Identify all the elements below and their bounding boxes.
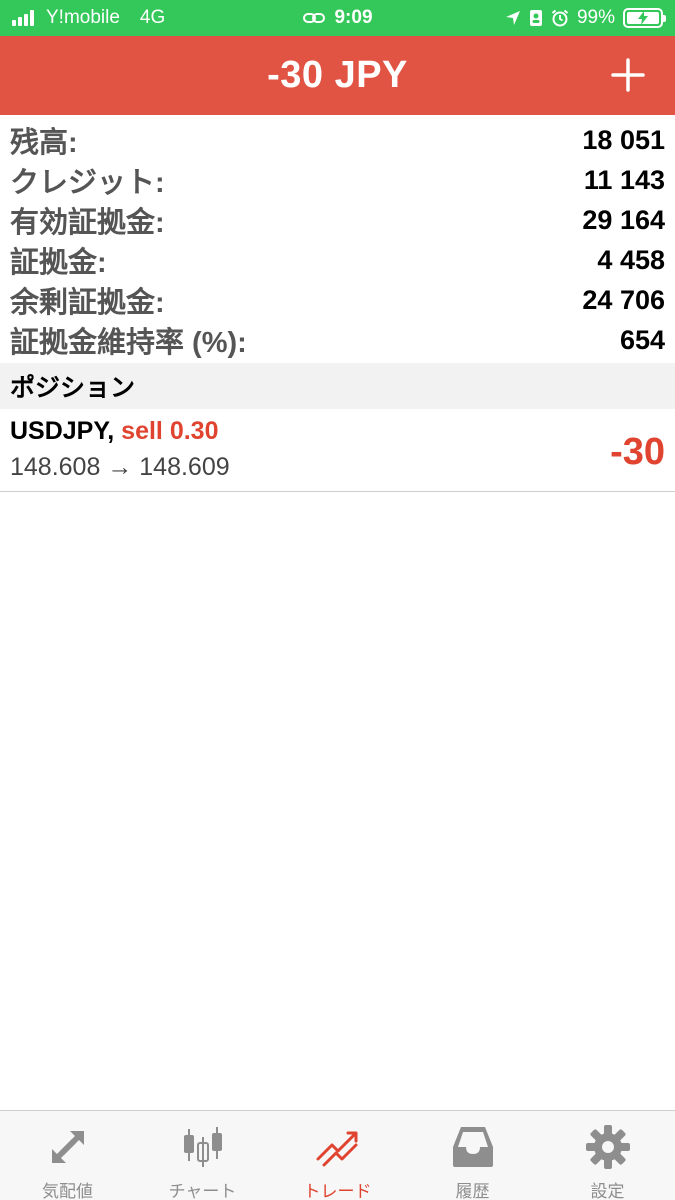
balance-label: 残高: (10, 127, 78, 159)
position-type: sell 0.30 (121, 417, 219, 445)
history-icon (448, 1123, 498, 1171)
chart-icon (178, 1123, 228, 1171)
position-symbol: USDJPY, (10, 417, 115, 445)
tab-label-chart: チャート (168, 1182, 237, 1200)
tab-history[interactable]: 履歴 (405, 1111, 540, 1200)
margin-level-value: 654 (619, 324, 665, 355)
equity-label: 有効証拠金: (10, 207, 165, 239)
trade-icon (313, 1123, 363, 1171)
margin-level-row: 証拠金維持率 (%): 654 (0, 320, 675, 360)
tab-label-trade: トレード (303, 1182, 372, 1200)
status-right: 99% (505, 0, 666, 36)
header-bar: -30 JPY (0, 36, 675, 115)
link-icon (303, 13, 326, 23)
equity-row: 有効証拠金: 29 164 (0, 200, 675, 240)
tab-label-quotes: 気配値 (42, 1182, 93, 1200)
total-profit-title: -30 JPY (267, 54, 408, 96)
status-time: 9:09 (334, 7, 373, 28)
credit-label: クレジット: (10, 167, 165, 199)
margin-value: 4 458 (597, 244, 665, 275)
margin-label: 証拠金: (10, 247, 107, 279)
free-margin-label: 余剰証拠金: (10, 287, 165, 319)
margin-row: 証拠金: 4 458 (0, 240, 675, 280)
balance-row: 残高: 18 051 (0, 120, 675, 160)
plus-icon (611, 58, 645, 92)
battery-icon (623, 8, 666, 28)
position-row[interactable]: USDJPY, sell 0.30 148.608 → 148.609 -30 (0, 409, 675, 492)
tab-label-settings: 設定 (590, 1182, 625, 1200)
tab-trade[interactable]: トレード (270, 1111, 405, 1200)
quotes-icon (43, 1123, 93, 1171)
battery-percent: 99% (576, 7, 615, 28)
position-prices: 148.608 → 148.609 (10, 453, 230, 481)
position-title: USDJPY, sell 0.30 (10, 417, 218, 446)
equity-value: 29 164 (582, 204, 665, 235)
add-order-button[interactable] (603, 50, 653, 100)
credit-row: クレジット: 11 143 (0, 160, 675, 200)
margin-level-label: 証拠金維持率 (%): (10, 327, 247, 359)
location-arrow-icon (505, 11, 520, 25)
status-bar: Y!mobile 4G 9:09 99% (0, 0, 675, 36)
tab-chart[interactable]: チャート (135, 1111, 270, 1200)
position-profit: -30 (610, 431, 665, 473)
contact-card-icon (529, 10, 542, 26)
charging-bolt-icon (638, 11, 648, 25)
tab-label-history: 履歴 (455, 1182, 490, 1200)
tab-settings[interactable]: 設定 (540, 1111, 675, 1200)
alarm-icon (551, 9, 569, 27)
credit-value: 11 143 (583, 164, 665, 195)
positions-section-header: ポジション (0, 363, 675, 409)
free-margin-value: 24 706 (582, 284, 665, 315)
settings-icon (583, 1123, 633, 1171)
tab-quotes[interactable]: 気配値 (0, 1111, 135, 1200)
account-summary: 残高: 18 051 クレジット: 11 143 有効証拠金: 29 164 証… (0, 120, 675, 360)
balance-value: 18 051 (582, 124, 665, 155)
free-margin-row: 余剰証拠金: 24 706 (0, 280, 675, 320)
tab-bar: 気配値 チャート トレード 履歴 設定 (0, 1110, 675, 1200)
